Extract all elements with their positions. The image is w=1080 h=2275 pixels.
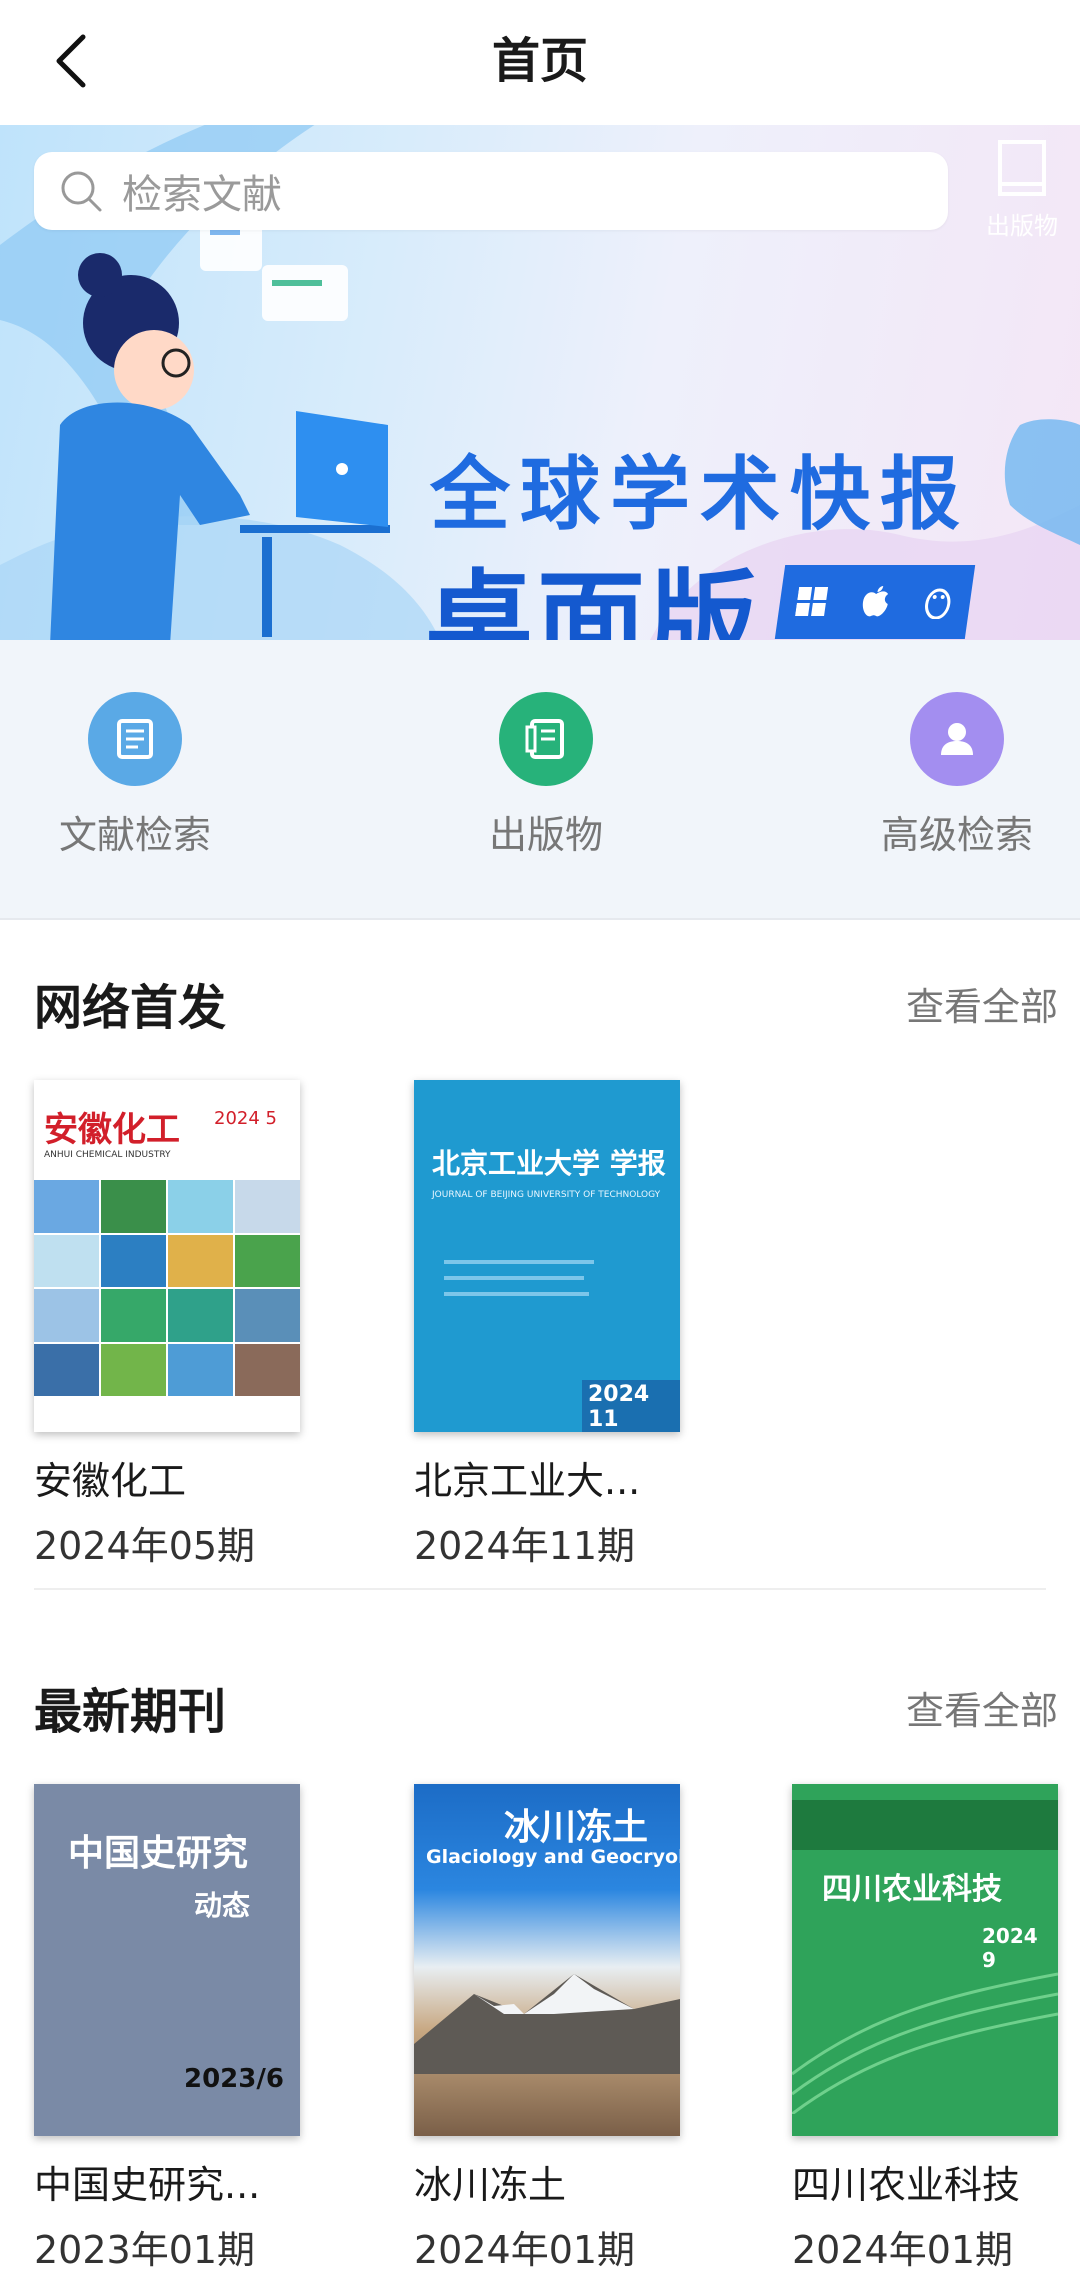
quick-action-advanced-search[interactable]: 高级检索 xyxy=(807,692,1080,859)
search-input[interactable]: 检索文献 xyxy=(34,152,948,230)
journal-card[interactable]: 北京工业大学 学报 JOURNAL OF BEIJING UNIVERSITY … xyxy=(414,1080,684,1570)
quick-action-label: 文献检索 xyxy=(58,813,211,857)
journal-name: 北京工业大... xyxy=(414,1459,641,1503)
journal-issue: 2024年11期 xyxy=(414,1524,636,1568)
mountain-image xyxy=(414,1974,680,2074)
journal-card[interactable]: 四川农业科技 2024 9 四川农业科技 2024年01期 xyxy=(792,1784,1062,2274)
cover-issue: 2023/6 xyxy=(184,2064,284,2094)
platform-badges xyxy=(774,565,976,639)
journal-name: 四川农业科技 xyxy=(792,2163,1021,2207)
quick-action-label: 出版物 xyxy=(488,813,603,857)
cover-title: 北京工业大学 学报 xyxy=(432,1147,666,1180)
cover-subtitle: ANHUI CHEMICAL INDUSTRY xyxy=(44,1150,171,1160)
journal-card[interactable]: 中国史研究 动态 2023/6 中国史研究... 2023年01期 xyxy=(34,1784,304,2274)
cover-title: 安徽化工 xyxy=(44,1110,180,1150)
journal-cover: 四川农业科技 2024 9 xyxy=(792,1784,1058,2136)
publication-icon xyxy=(499,692,593,786)
cover-issue: 2024 11 xyxy=(582,1380,680,1432)
journal-cover: 中国史研究 动态 2023/6 xyxy=(34,1784,300,2136)
quick-action-literature-search[interactable]: 文献检索 xyxy=(0,692,285,859)
windows-icon xyxy=(794,587,828,616)
quick-actions: 文献检索 出版物 高级检索 xyxy=(0,640,1080,920)
section-title-latest: 最新期刊 xyxy=(34,1684,227,1740)
journal-card[interactable]: 冰川冻土 Glaciology and Geocryology 冰川冻土 202… xyxy=(414,1784,684,2274)
cover-image-grid xyxy=(34,1180,300,1396)
publication-shortcut-button[interactable]: 出版物 xyxy=(972,138,1072,250)
journal-cover: 冰川冻土 Glaciology and Geocryology xyxy=(414,1784,680,2136)
cover-subtitle: Glaciology and Geocryology xyxy=(426,1846,680,1868)
publication-shortcut-label: 出版物 xyxy=(986,212,1058,240)
banner-subheadline: 桌面版 xyxy=(425,560,762,640)
top-bar: 首页 xyxy=(0,0,1080,125)
cover-pattern xyxy=(792,1972,1058,2114)
quick-action-publications[interactable]: 出版物 xyxy=(396,692,696,859)
linux-icon xyxy=(925,588,951,619)
see-all-latest-link[interactable]: 查看全部 xyxy=(906,1680,1058,1735)
cover-subtitle: 动态 xyxy=(194,1889,251,1922)
section-divider xyxy=(34,1588,1046,1590)
banner-headline: 全球学术快报 xyxy=(430,448,970,541)
journal-name: 中国史研究... xyxy=(34,2163,261,2207)
journal-issue: 2023年01期 xyxy=(34,2228,256,2272)
quick-action-label: 高级检索 xyxy=(880,813,1033,857)
cover-title: 冰川冻土 xyxy=(504,1807,649,1848)
search-placeholder: 检索文献 xyxy=(122,172,282,218)
cover-title: 中国史研究 xyxy=(68,1833,249,1874)
journal-card[interactable]: 安徽化工 2024 5 ANHUI CHEMICAL INDUSTRY 安徽化工… xyxy=(34,1080,304,1570)
person-icon xyxy=(910,692,1004,786)
cover-subtitle: JOURNAL OF BEIJING UNIVERSITY OF TECHNOL… xyxy=(432,1190,661,1200)
journal-cover: 安徽化工 2024 5 ANHUI CHEMICAL INDUSTRY xyxy=(34,1080,300,1432)
journal-issue: 2024年01期 xyxy=(792,2228,1014,2272)
journal-name: 冰川冻土 xyxy=(414,2163,567,2207)
page-title: 首页 xyxy=(491,33,588,89)
journal-issue: 2024年05期 xyxy=(34,1524,256,1568)
apple-icon xyxy=(862,586,889,617)
cover-issue: 2024 5 xyxy=(214,1108,277,1129)
see-all-online-first-link[interactable]: 查看全部 xyxy=(906,976,1058,1031)
section-title-online-first: 网络首发 xyxy=(34,980,227,1036)
cover-title: 四川农业科技 xyxy=(822,1872,1002,1907)
search-icon xyxy=(61,171,102,212)
journal-cover: 北京工业大学 学报 JOURNAL OF BEIJING UNIVERSITY … xyxy=(414,1080,680,1432)
journal-issue: 2024年01期 xyxy=(414,2228,636,2272)
book-icon xyxy=(998,140,1046,196)
document-icon xyxy=(88,692,182,786)
journal-name: 安徽化工 xyxy=(34,1459,187,1503)
